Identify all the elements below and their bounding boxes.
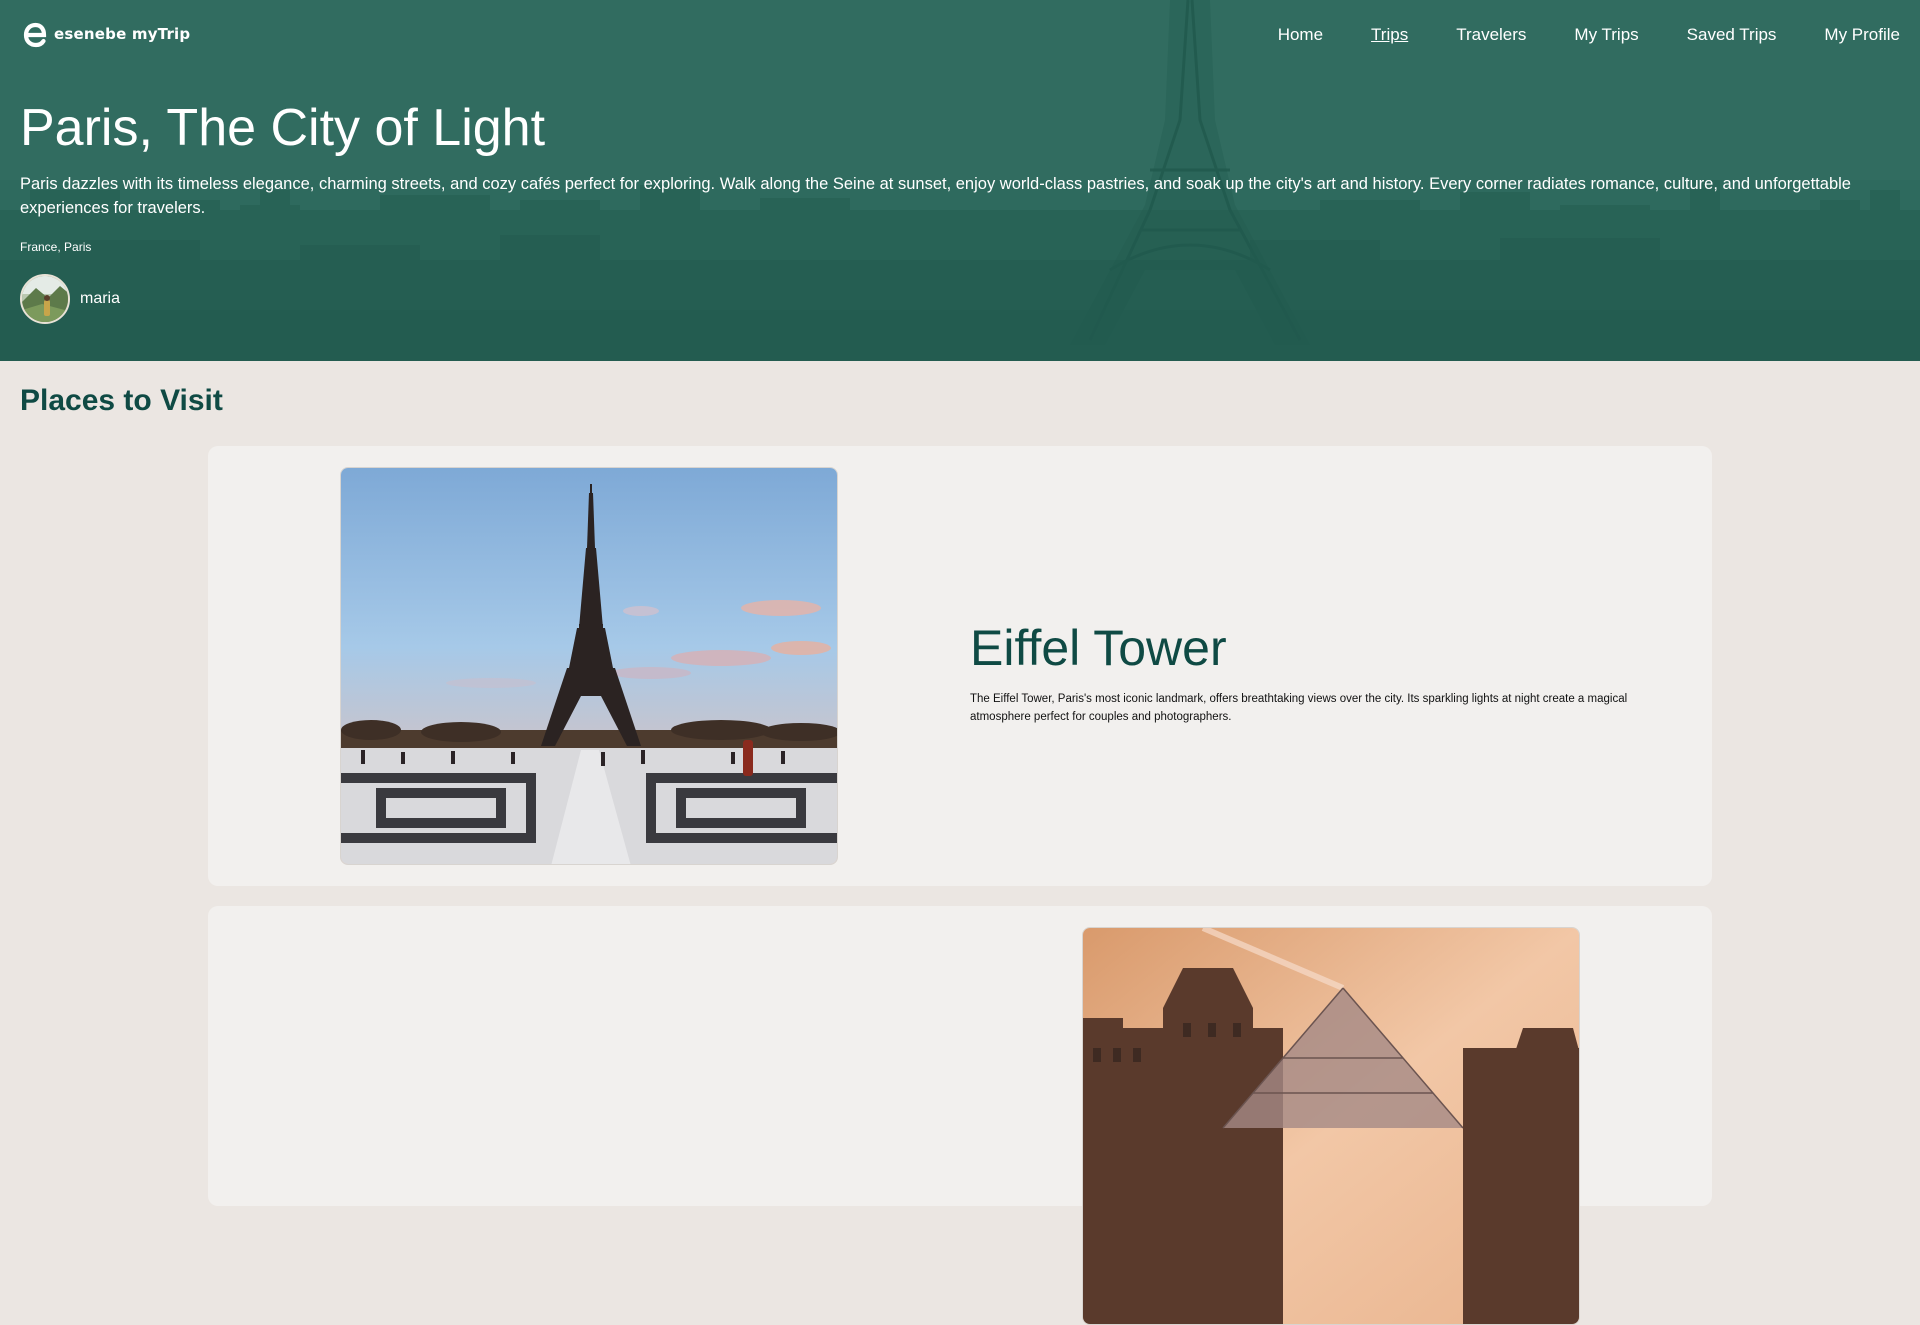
louvre-pyramid-photo [1083,928,1579,1324]
nav-item-my-profile[interactable]: My Profile [1824,25,1900,45]
places-section-title: Places to Visit [20,384,223,417]
trip-author[interactable]: maria [20,274,1900,324]
place-image [1082,927,1580,1325]
place-title: Eiffel Tower [970,620,1227,676]
trip-title: Paris, The City of Light [20,99,546,157]
avatar[interactable] [20,274,70,324]
hero-banner: esenebe myTrip Home Trips Travelers My T… [0,0,1920,361]
nav-item-travelers[interactable]: Travelers [1456,25,1526,45]
nav-item-saved-trips[interactable]: Saved Trips [1687,25,1777,45]
trip-description: Paris dazzles with its timeless elegance… [20,175,1851,217]
author-avatar-photo [22,276,68,322]
author-name[interactable]: maria [80,290,120,308]
top-navbar: esenebe myTrip Home Trips Travelers My T… [0,0,1920,70]
trip-location: France, Paris [20,240,92,254]
nav-item-my-trips[interactable]: My Trips [1574,25,1638,45]
place-card [208,906,1712,1325]
place-description: The Eiffel Tower, Paris's most iconic la… [970,693,1628,723]
nav-links: Home Trips Travelers My Trips Saved Trip… [1278,25,1900,45]
place-card: Eiffel Tower The Eiffel Tower, Paris's m… [208,446,1712,886]
eiffel-tower-photo [341,468,837,864]
e-logo-icon [23,22,47,48]
nav-item-home[interactable]: Home [1278,25,1323,45]
nav-item-trips[interactable]: Trips [1371,25,1408,45]
hero-content: Paris, The City of Light Paris dazzles w… [20,96,1900,324]
brand[interactable]: esenebe myTrip [20,18,190,50]
place-image [340,467,838,865]
place-info: Eiffel Tower The Eiffel Tower, Paris's m… [970,618,1670,726]
brand-name: esenebe myTrip [54,25,191,43]
